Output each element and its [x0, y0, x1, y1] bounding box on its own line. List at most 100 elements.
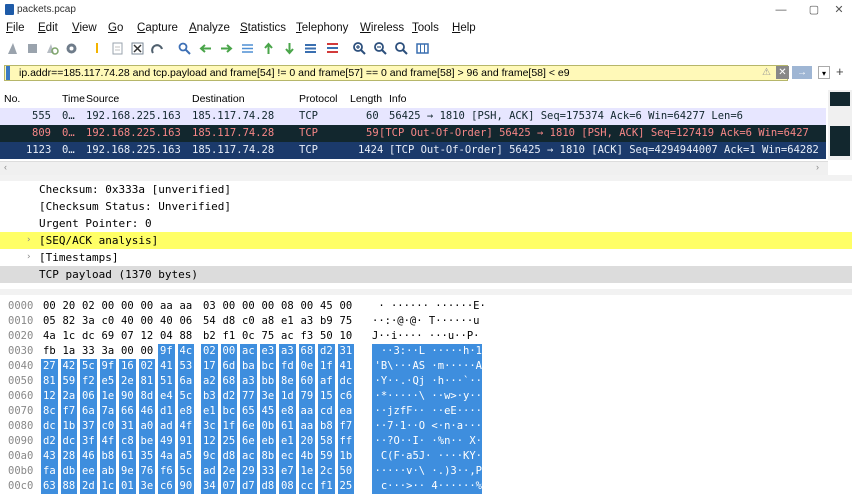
hex-byte[interactable]: 4f — [177, 419, 195, 434]
hex-byte[interactable]: 00 — [301, 299, 314, 314]
scroll-right-icon[interactable]: › — [816, 162, 819, 172]
stop-icon[interactable] — [25, 41, 40, 56]
restore-button[interactable]: ▢ — [799, 2, 829, 18]
hex-byte[interactable]: 3a — [102, 344, 115, 359]
hex-ascii[interactable]: ··7·1··O <·n·a··· — [372, 419, 482, 434]
hex-byte[interactable]: dc — [337, 374, 355, 389]
hex-byte[interactable]: 35 — [138, 449, 156, 464]
last-packet-icon[interactable] — [282, 41, 297, 56]
packet-row[interactable]: 809 0… 192.168.225.163 185.117.74.28 TCP… — [0, 125, 826, 142]
hex-byte[interactable]: 2e — [220, 464, 238, 479]
hex-byte[interactable]: ea — [337, 404, 355, 419]
hex-byte[interactable]: 54 — [203, 314, 216, 329]
menu-capture[interactable]: Capture — [137, 22, 178, 34]
hex-byte[interactable]: 8b — [259, 449, 277, 464]
hex-byte[interactable]: 76 — [138, 464, 156, 479]
hex-byte[interactable]: 2d — [80, 479, 97, 494]
hex-byte[interactable]: 29 — [240, 464, 257, 479]
detail-line[interactable]: Checksum: 0x333a [unverified] — [0, 181, 852, 198]
hex-byte[interactable]: 07 — [121, 329, 134, 344]
hex-byte[interactable]: 6a — [80, 404, 97, 419]
hex-byte[interactable]: 42 — [60, 359, 78, 374]
hex-byte[interactable]: 9e — [119, 464, 136, 479]
hex-byte[interactable]: f2 — [80, 374, 97, 389]
minimize-button[interactable]: — — [766, 2, 796, 18]
hex-byte[interactable]: 3f — [80, 434, 97, 449]
menu-analyze[interactable]: Analyze — [189, 22, 230, 34]
hex-byte[interactable]: d2 — [220, 389, 238, 404]
zoom-out-icon[interactable] — [373, 41, 388, 56]
hex-byte[interactable]: a3 — [301, 314, 314, 329]
hex-byte[interactable]: 68 — [220, 374, 238, 389]
hex-byte[interactable]: aa — [180, 299, 193, 314]
hex-ascii[interactable]: ·*·····\ ··w>·y·· — [372, 389, 482, 404]
hex-byte[interactable]: 16 — [119, 359, 136, 374]
back-arrow-icon[interactable] — [198, 41, 213, 56]
hex-byte[interactable]: 8d — [138, 389, 156, 404]
colorize-icon[interactable] — [325, 41, 340, 56]
hex-byte[interactable]: a3 — [240, 374, 257, 389]
hex-ascii[interactable]: ··:·@·@· T······u — [372, 314, 479, 329]
hex-byte[interactable]: 1a — [63, 344, 76, 359]
menu-edit[interactable]: Edit — [38, 22, 58, 34]
hex-byte[interactable]: 02 — [82, 299, 95, 314]
hex-byte[interactable]: e5 — [99, 374, 117, 389]
scroll-left-icon[interactable]: ‹ — [4, 162, 7, 172]
hex-byte[interactable]: 17 — [201, 359, 218, 374]
hex-ascii[interactable]: c···>·· 4······% — [372, 479, 482, 494]
hex-byte[interactable]: ac — [240, 344, 257, 359]
hex-byte[interactable]: e8 — [177, 404, 195, 419]
find-icon[interactable] — [177, 41, 192, 56]
col-source[interactable]: Source — [86, 93, 119, 105]
hex-byte[interactable]: 2e — [119, 374, 136, 389]
hex-byte[interactable]: 68 — [298, 344, 316, 359]
clear-filter-icon[interactable]: ✕ — [776, 66, 789, 79]
hex-byte[interactable]: 4a — [158, 449, 175, 464]
hex-byte[interactable]: ab — [99, 464, 117, 479]
hex-byte[interactable]: 0b — [259, 419, 277, 434]
hex-byte[interactable]: b3 — [201, 389, 218, 404]
col-no[interactable]: No. — [4, 93, 20, 105]
hex-byte[interactable]: 1d — [279, 389, 296, 404]
hex-byte[interactable]: 06 — [80, 389, 97, 404]
hex-byte[interactable]: 10 — [340, 329, 353, 344]
hex-byte[interactable]: 31 — [337, 344, 355, 359]
hex-byte[interactable]: 00 — [340, 299, 353, 314]
hex-byte[interactable]: ff — [337, 434, 355, 449]
hex-byte[interactable]: 46 — [138, 404, 156, 419]
hex-byte[interactable]: aa — [160, 299, 173, 314]
hex-byte[interactable]: d8 — [259, 479, 277, 494]
hex-byte[interactable]: 2a — [60, 389, 78, 404]
hex-byte[interactable]: 81 — [138, 374, 156, 389]
hex-byte[interactable]: 1b — [337, 449, 355, 464]
detail-line-seq-ack[interactable]: › [SEQ/ACK analysis] — [0, 232, 852, 249]
scroll-thumb[interactable] — [830, 92, 850, 106]
menu-file[interactable]: File — [6, 22, 25, 34]
expand-arrow-icon[interactable]: › — [26, 249, 31, 266]
normal-size-icon[interactable] — [394, 41, 409, 56]
save-file-icon[interactable] — [110, 41, 125, 56]
hex-byte[interactable]: 15 — [318, 389, 335, 404]
hex-byte[interactable]: 65 — [240, 404, 257, 419]
hex-byte[interactable]: 1f — [220, 419, 238, 434]
hex-byte[interactable]: 82 — [63, 314, 76, 329]
hex-byte[interactable]: fd — [279, 359, 296, 374]
shark-fin-start-icon[interactable] — [6, 41, 21, 56]
expand-arrow-icon[interactable]: › — [26, 232, 31, 249]
close-file-icon[interactable] — [130, 41, 145, 56]
restart-icon[interactable] — [44, 41, 59, 56]
col-protocol[interactable]: Protocol — [299, 93, 338, 105]
hex-byte[interactable]: c6 — [158, 479, 175, 494]
hex-byte[interactable]: 45 — [320, 299, 333, 314]
col-length[interactable]: Length — [350, 93, 382, 105]
filter-bookmark-icon[interactable] — [6, 66, 10, 80]
hex-byte[interactable]: 9f — [158, 344, 175, 359]
hex-byte[interactable]: 37 — [80, 419, 97, 434]
hex-byte[interactable]: 33 — [82, 344, 95, 359]
hex-ascii[interactable]: · ······ ······E· — [372, 299, 485, 314]
hex-byte[interactable]: bc — [220, 404, 238, 419]
options-gear-icon[interactable] — [64, 41, 79, 56]
hex-byte[interactable]: a5 — [177, 449, 195, 464]
hex-byte[interactable]: 41 — [337, 359, 355, 374]
hex-byte[interactable]: 5c — [80, 359, 97, 374]
